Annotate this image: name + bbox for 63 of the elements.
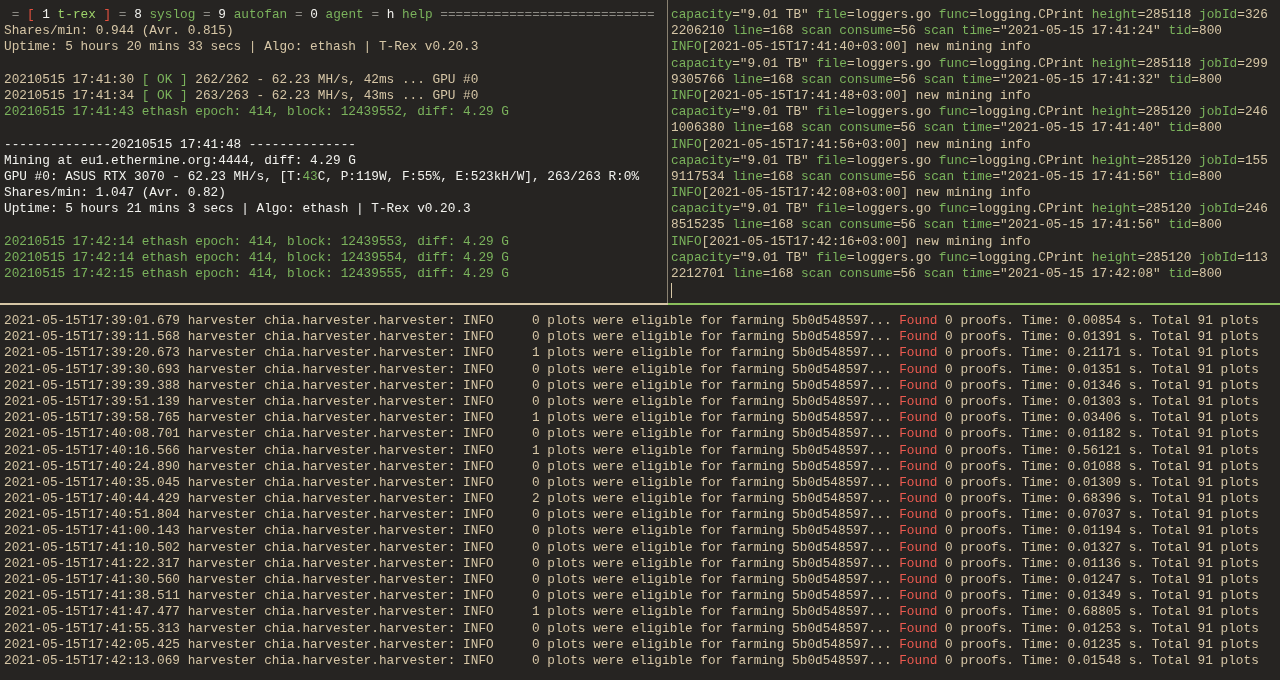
log-line: Uptime: 5 hours 21 mins 3 secs | Algo: ethash | T-Rex v0.20.3 [4, 201, 471, 217]
log-line: 9305766 line=168 scan consume=56 scan time="2021-05-15 17:41:32" tid=800 [671, 71, 1222, 87]
log-line: INFO[2021-05-15T17:42:16+03:00] new mining info [671, 233, 1031, 249]
log-line: --------------20210515 17:41:48 -------------- [4, 136, 356, 152]
tab-separator: = [118, 7, 127, 24]
log-line: 20210515 17:42:14 ethash epoch: 414, block: 12439553, diff: 4.29 G [4, 233, 509, 249]
log-line: Shares/min: 1.047 (Avr. 0.82) [4, 185, 226, 201]
log-line: 2021-05-15T17:39:51.139 harvester chia.harvester.harvester: INFO 0 plots were eligible for farming 5b0d548597... Found 0 proofs. Time: 0.01303 s. Total 91 plots [4, 393, 1259, 409]
status-fill: ============================ [440, 7, 655, 24]
log-line: 2021-05-15T17:39:30.693 harvester chia.harvester.harvester: INFO 0 plots were eligible for farming 5b0d548597... Found 0 proofs. Time: 0.01351 s. Total 91 plots [4, 361, 1259, 377]
log-line: 2021-05-15T17:40:16.566 harvester chia.harvester.harvester: INFO 1 plots were eligible for farming 5b0d548597... Found 0 proofs. Time: 0.56121 s. Total 91 plots [4, 442, 1259, 458]
log-line: Shares/min: 0.944 (Avr. 0.815) [4, 23, 234, 39]
log-line: INFO[2021-05-15T17:42:08+03:00] new mining info [671, 185, 1031, 201]
log-line: capacity="9.01 TB" file=loggers.go func=logging.CPrint height=285118 jobId=299 [671, 55, 1268, 71]
log-line: INFO[2021-05-15T17:41:40+03:00] new mining info [671, 39, 1031, 55]
log-line: capacity="9.01 TB" file=loggers.go func=logging.CPrint height=285120 jobId=155 [671, 152, 1268, 168]
log-line: GPU #0: ASUS RTX 3070 - 62.23 MH/s, [T:43C, P:119W, F:55%, E:523kH/W], 263/263 R:0% [4, 168, 640, 184]
log-line: 2021-05-15T17:41:00.143 harvester chia.harvester.harvester: INFO 0 plots were eligible for farming 5b0d548597... Found 0 proofs. Time: 0.01194 s. Total 91 plots [4, 523, 1259, 539]
log-line: capacity="9.01 TB" file=loggers.go func=logging.CPrint height=285120 jobId=246 [671, 201, 1268, 217]
tab-separator: = [11, 7, 20, 24]
log-line: 8515235 line=168 scan consume=56 scan time="2021-05-15 17:41:56" tid=800 [671, 217, 1222, 233]
tab-separator: = [294, 7, 303, 24]
log-line: 2021-05-15T17:42:05.425 harvester chia.harvester.harvester: INFO 0 plots were eligible for farming 5b0d548597... Found 0 proofs. Time: 0.01235 s. Total 91 plots [4, 636, 1259, 652]
log-line: Uptime: 5 hours 20 mins 33 secs | Algo: ethash | T-Rex v0.20.3 [4, 39, 479, 55]
log-line: 2021-05-15T17:40:51.804 harvester chia.harvester.harvester: INFO 0 plots were eligible for farming 5b0d548597... Found 0 proofs. Time: 0.07037 s. Total 91 plots [4, 507, 1259, 523]
log-line: 2021-05-15T17:41:10.502 harvester chia.harvester.harvester: INFO 0 plots were eligible for farming 5b0d548597... Found 0 proofs. Time: 0.01327 s. Total 91 plots [4, 539, 1259, 555]
log-line: 2021-05-15T17:41:22.317 harvester chia.harvester.harvester: INFO 0 plots were eligible for farming 5b0d548597... Found 0 proofs. Time: 0.01136 s. Total 91 plots [4, 555, 1259, 571]
log-line: capacity="9.01 TB" file=loggers.go func=logging.CPrint height=285120 jobId=113 [671, 249, 1268, 265]
log-line: Mining at eu1.ethermine.org:4444, diff: 4.29 G [4, 152, 356, 168]
log-line: 2021-05-15T17:41:55.313 harvester chia.harvester.harvester: INFO 0 plots were eligible for farming 5b0d548597... Found 0 proofs. Time: 0.01253 s. Total 91 plots [4, 620, 1259, 636]
window-tab[interactable]: [ 1 t-rex ] [26, 7, 112, 24]
log-line: 20210515 17:41:43 ethash epoch: 414, block: 12439552, diff: 4.29 G [4, 104, 509, 120]
log-line: 2021-05-15T17:40:44.429 harvester chia.harvester.harvester: INFO 2 plots were eligible for farming 5b0d548597... Found 0 proofs. Time: 0.68396 s. Total 91 plots [4, 491, 1259, 507]
tab-separator: = [371, 7, 380, 24]
log-line: 2021-05-15T17:39:58.765 harvester chia.harvester.harvester: INFO 1 plots were eligible for farming 5b0d548597... Found 0 proofs. Time: 0.03406 s. Total 91 plots [4, 410, 1259, 426]
log-line: 2206210 line=168 scan consume=56 scan time="2021-05-15 17:41:24" tid=800 [671, 23, 1222, 39]
log-line: 20210515 17:42:15 ethash epoch: 414, block: 12439555, diff: 4.29 G [4, 266, 509, 281]
log-line: 2021-05-15T17:42:13.069 harvester chia.harvester.harvester: INFO 0 plots were eligible for farming 5b0d548597... Found 0 proofs. Time: 0.01548 s. Total 91 plots [4, 652, 1259, 668]
window-tab[interactable]: h help [386, 7, 433, 24]
log-line: 2021-05-15T17:41:47.477 harvester chia.harvester.harvester: INFO 1 plots were eligible for farming 5b0d548597... Found 0 proofs. Time: 0.68805 s. Total 91 plots [4, 604, 1259, 620]
log-line: 20210515 17:41:30 [ OK ] 262/262 - 62.23 MH/s, 42ms ... GPU #0 [4, 71, 479, 87]
log-line: INFO[2021-05-15T17:41:48+03:00] new mining info [671, 87, 1031, 103]
tab-separator: = [203, 7, 211, 24]
log-line: 20210515 17:42:14 ethash epoch: 414, block: 12439554, diff: 4.29 G [4, 249, 509, 265]
log-line: 1006380 line=168 scan consume=56 scan time="2021-05-15 17:41:40" tid=800 [671, 120, 1222, 136]
log-line: 2212701 line=168 scan consume=56 scan time="2021-05-15 17:42:08" tid=800 [671, 266, 1222, 281]
log-line: 20210515 17:41:34 [ OK ] 263/263 - 62.23 MH/s, 43ms ... GPU #0 [4, 87, 479, 103]
log-line: 2021-05-15T17:41:38.511 harvester chia.harvester.harvester: INFO 0 plots were eligible for farming 5b0d548597... Found 0 proofs. Time: 0.01349 s. Total 91 plots [4, 588, 1259, 604]
log-line: 2021-05-15T17:40:24.890 harvester chia.harvester.harvester: INFO 0 plots were eligible for farming 5b0d548597... Found 0 proofs. Time: 0.01088 s. Total 91 plots [4, 458, 1259, 474]
log-line: 2021-05-15T17:40:35.045 harvester chia.harvester.harvester: INFO 0 plots were eligible for farming 5b0d548597... Found 0 proofs. Time: 0.01309 s. Total 91 plots [4, 474, 1259, 490]
log-line: 2021-05-15T17:40:08.701 harvester chia.harvester.harvester: INFO 0 plots were eligible for farming 5b0d548597... Found 0 proofs. Time: 0.01182 s. Total 91 plots [4, 426, 1259, 442]
log-line: capacity="9.01 TB" file=loggers.go func=logging.CPrint height=285120 jobId=246 [671, 104, 1268, 120]
log-line: capacity="9.01 TB" file=loggers.go func=logging.CPrint height=285118 jobId=326 [671, 7, 1268, 22]
log-line: 2021-05-15T17:39:11.568 harvester chia.harvester.harvester: INFO 0 plots were eligible for farming 5b0d548597... Found 0 proofs. Time: 0.01391 s. Total 91 plots [4, 329, 1259, 345]
log-line: 2021-05-15T17:41:30.560 harvester chia.harvester.harvester: INFO 0 plots were eligible for farming 5b0d548597... Found 0 proofs. Time: 0.01247 s. Total 91 plots [4, 572, 1259, 587]
window-tab[interactable]: 8 syslog [134, 7, 196, 24]
window-tab[interactable]: 0 agent [310, 7, 364, 24]
log-line: INFO[2021-05-15T17:41:56+03:00] new mining info [671, 136, 1031, 152]
window-tab[interactable]: 9 autofan [218, 7, 288, 24]
log-line: 9117534 line=168 scan consume=56 scan time="2021-05-15 17:41:56" tid=800 [671, 168, 1222, 184]
log-line: 2021-05-15T17:39:39.388 harvester chia.harvester.harvester: INFO 0 plots were eligible for farming 5b0d548597... Found 0 proofs. Time: 0.01346 s. Total 91 plots [4, 377, 1259, 393]
log-line: 2021-05-15T17:39:20.673 harvester chia.harvester.harvester: INFO 1 plots were eligible for farming 5b0d548597... Found 0 proofs. Time: 0.21171 s. Total 91 plots [4, 345, 1259, 361]
log-line: 2021-05-15T17:39:01.679 harvester chia.harvester.harvester: INFO 0 plots were eligible for farming 5b0d548597... Found 0 proofs. Time: 0.00854 s. Total 91 plots [4, 313, 1259, 328]
